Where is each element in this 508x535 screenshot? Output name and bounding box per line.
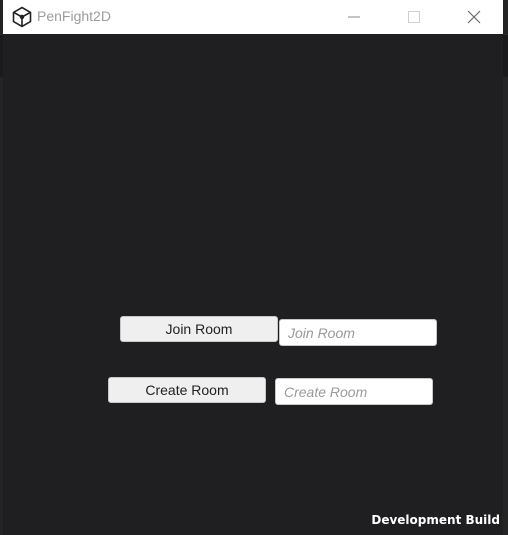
minimize-button[interactable] — [331, 0, 377, 34]
maximize-icon — [408, 11, 420, 23]
create-room-input[interactable] — [275, 378, 433, 405]
join-room-button[interactable]: Join Room — [120, 316, 278, 342]
maximize-button[interactable] — [391, 0, 437, 34]
minimize-icon — [348, 16, 360, 18]
title-bar[interactable]: PenFight2D — [3, 0, 503, 34]
window-title: PenFight2D — [37, 8, 111, 24]
close-icon — [467, 10, 481, 24]
join-room-input[interactable] — [279, 319, 437, 346]
join-room-button-label: Join Room — [165, 321, 233, 337]
create-room-button-label: Create Room — [145, 382, 229, 398]
game-canvas: Join Room Create Room — [3, 34, 503, 535]
unity-logo-icon — [12, 6, 32, 28]
development-build-label: Development Build — [371, 513, 500, 527]
close-button[interactable] — [451, 0, 497, 34]
create-room-button[interactable]: Create Room — [108, 377, 266, 403]
app-window: PenFight2D Join Room Create Room De — [3, 0, 503, 535]
